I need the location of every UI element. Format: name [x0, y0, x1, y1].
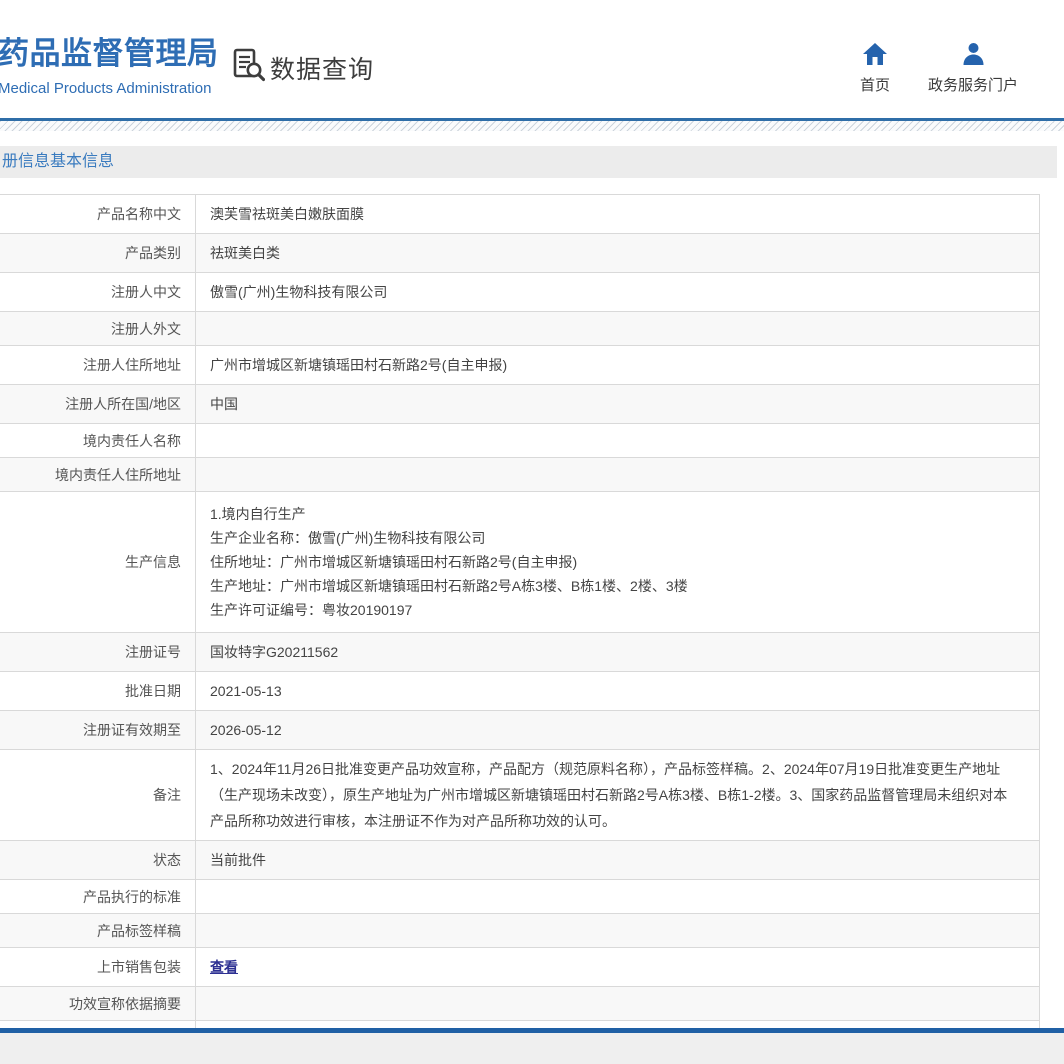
table-row: 注册证有效期至2026-05-12: [0, 711, 1039, 750]
row-value: 澳芙雪祛斑美白嫩肤面膜: [196, 195, 1039, 233]
row-label: 注册人所在国/地区: [0, 385, 196, 423]
row-label: 注册证号: [0, 633, 196, 671]
row-label: 状态: [0, 841, 196, 879]
table-row: 境内责任人住所地址: [0, 458, 1039, 492]
gov-portal-label: 政务服务门户: [908, 74, 1038, 95]
row-label: 备注: [0, 750, 196, 840]
site-logo: 药品监督管理局 Medical Products Administration: [0, 28, 219, 97]
row-value: 傲雪(广州)生物科技有限公司: [196, 273, 1039, 311]
row-value: 中国: [196, 385, 1039, 423]
row-value: [196, 987, 1039, 1020]
page-header: 药品监督管理局 Medical Products Administration …: [0, 0, 1064, 118]
table-row: 状态当前批件: [0, 841, 1039, 880]
table-row: 注册证号国妆特字G20211562: [0, 633, 1039, 672]
row-value: [196, 458, 1039, 491]
data-query-nav[interactable]: 数据查询: [233, 48, 374, 87]
row-label: 境内责任人住所地址: [0, 458, 196, 491]
row-label: 产品名称中文: [0, 195, 196, 233]
doc-search-icon: [233, 48, 265, 87]
row-label: 生产信息: [0, 492, 196, 632]
section-title: 册信息基本信息: [2, 153, 114, 170]
row-value: 当前批件: [196, 841, 1039, 879]
table-row: 产品名称中文澳芙雪祛斑美白嫩肤面膜: [0, 195, 1039, 234]
table-row: 备注1、2024年11月26日批准变更产品功效宣称，产品配方（规范原料名称），产…: [0, 750, 1039, 841]
row-label: 上市销售包装: [0, 948, 196, 986]
row-label: 产品标签样稿: [0, 914, 196, 947]
table-row: 注册人所在国/地区中国: [0, 385, 1039, 424]
logo-title-en: Medical Products Administration: [0, 80, 219, 97]
table-row: 功效宣称依据摘要: [0, 987, 1039, 1021]
row-value: [196, 312, 1039, 345]
table-row: 产品执行的标准: [0, 880, 1039, 914]
row-label: 功效宣称依据摘要: [0, 987, 196, 1020]
table-row: 境内责任人名称: [0, 424, 1039, 458]
row-label: 产品类别: [0, 234, 196, 272]
table-row: 注册人中文傲雪(广州)生物科技有限公司: [0, 273, 1039, 312]
row-label: 注册人中文: [0, 273, 196, 311]
table-row: 产品类别祛斑美白类: [0, 234, 1039, 273]
row-label: 境内责任人名称: [0, 424, 196, 457]
home-link-label: 首页: [845, 74, 905, 95]
hatch-strip: [0, 121, 1064, 131]
data-query-label: 数据查询: [270, 50, 374, 86]
row-value: 查看: [196, 948, 1039, 986]
home-link[interactable]: 首页: [845, 40, 905, 95]
view-link[interactable]: 查看: [210, 954, 238, 980]
row-value: 2021-05-13: [196, 672, 1039, 710]
content-area: 册信息基本信息 产品名称中文澳芙雪祛斑美白嫩肤面膜产品类别祛斑美白类注册人中文傲…: [0, 146, 1057, 1060]
row-value: [196, 914, 1039, 947]
row-value: [196, 424, 1039, 457]
row-value: 国妆特字G20211562: [196, 633, 1039, 671]
section-title-band: 册信息基本信息: [0, 146, 1057, 178]
table-row: 上市销售包装查看: [0, 948, 1039, 987]
table-row: 注册人住所地址广州市增城区新塘镇瑶田村石新路2号(自主申报): [0, 346, 1039, 385]
row-label: 注册证有效期至: [0, 711, 196, 749]
logo-title-cn: 药品监督管理局: [0, 28, 219, 73]
home-icon: [845, 40, 905, 66]
table-row: 批准日期2021-05-13: [0, 672, 1039, 711]
table-row: 生产信息1.境内自行生产 生产企业名称：傲雪(广州)生物科技有限公司 住所地址：…: [0, 492, 1039, 633]
page-footer: [0, 1028, 1064, 1064]
row-label: 产品执行的标准: [0, 880, 196, 913]
row-value: 祛斑美白类: [196, 234, 1039, 272]
user-icon: [908, 40, 1038, 66]
row-value: 2026-05-12: [196, 711, 1039, 749]
row-value: [196, 880, 1039, 913]
gov-portal-link[interactable]: 政务服务门户: [908, 40, 1038, 95]
info-table: 产品名称中文澳芙雪祛斑美白嫩肤面膜产品类别祛斑美白类注册人中文傲雪(广州)生物科…: [0, 194, 1040, 1060]
table-row: 注册人外文: [0, 312, 1039, 346]
row-label: 注册人住所地址: [0, 346, 196, 384]
footer-body: [0, 1033, 1064, 1064]
row-value: 广州市增城区新塘镇瑶田村石新路2号(自主申报): [196, 346, 1039, 384]
table-row: 产品标签样稿: [0, 914, 1039, 948]
row-value: 1、2024年11月26日批准变更产品功效宣称，产品配方（规范原料名称），产品标…: [196, 750, 1039, 840]
row-label: 注册人外文: [0, 312, 196, 345]
row-label: 批准日期: [0, 672, 196, 710]
row-value: 1.境内自行生产 生产企业名称：傲雪(广州)生物科技有限公司 住所地址：广州市增…: [196, 492, 1039, 632]
